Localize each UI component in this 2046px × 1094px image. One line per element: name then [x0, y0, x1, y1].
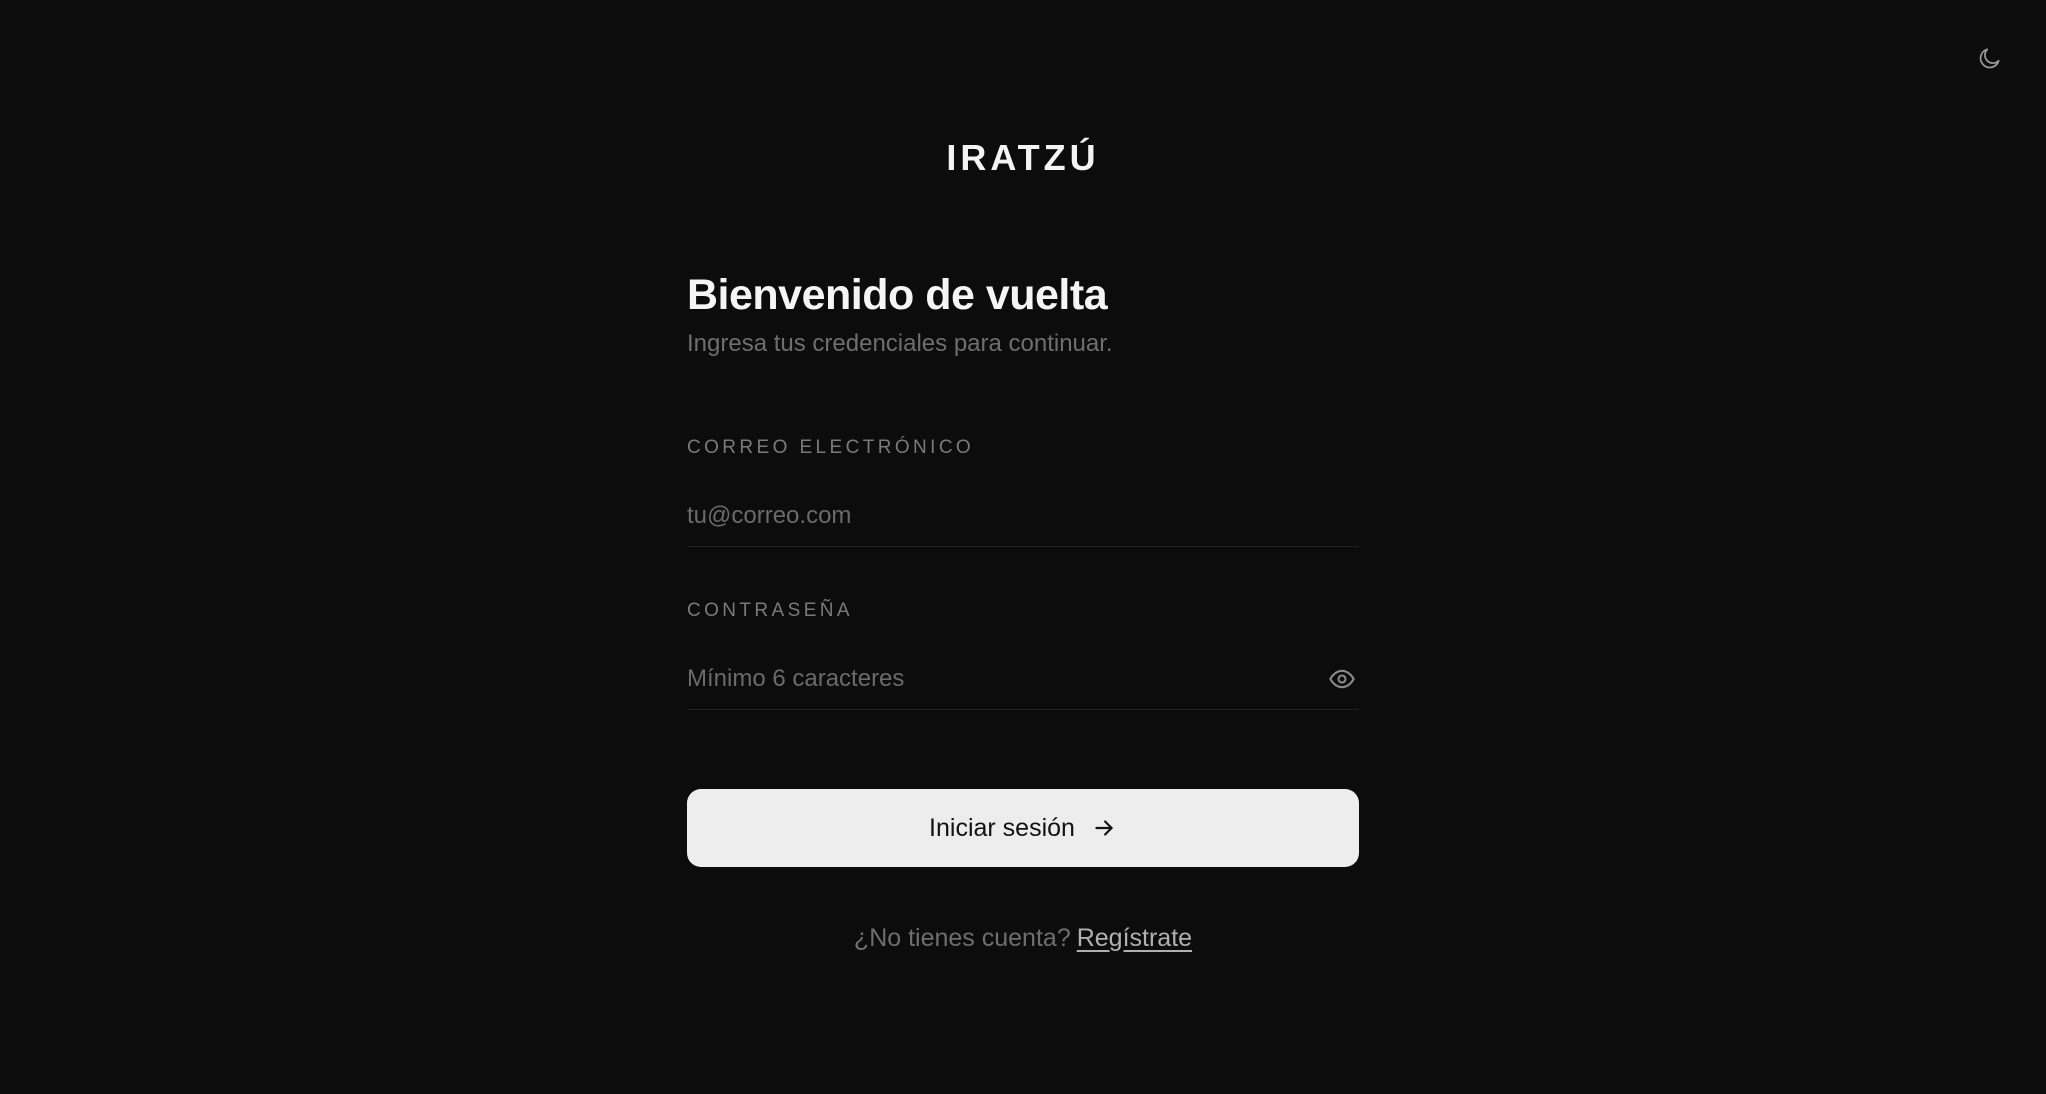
- login-submit-button[interactable]: Iniciar sesión: [687, 789, 1359, 867]
- page-subtitle: Ingresa tus credenciales para continuar.: [687, 330, 1113, 357]
- email-field-row: [687, 486, 1359, 547]
- signup-prompt-text: ¿No tienes cuenta?: [853, 924, 1071, 952]
- password-visibility-toggle[interactable]: [1325, 662, 1359, 696]
- email-field[interactable]: [687, 496, 1359, 536]
- login-submit-label: Iniciar sesión: [929, 813, 1075, 842]
- login-form: Bienvenido de vuelta Ingresa tus credenc…: [687, 266, 1359, 952]
- signup-link[interactable]: Regístrate: [1077, 924, 1192, 952]
- password-label: CONTRASEÑA: [687, 600, 853, 621]
- password-field-row: [687, 649, 1359, 710]
- arrow-right-icon: [1095, 820, 1113, 836]
- password-field[interactable]: [687, 659, 1325, 699]
- moon-icon: [1979, 48, 2000, 69]
- eye-icon: [1329, 669, 1355, 689]
- theme-toggle-button[interactable]: [1970, 38, 2010, 78]
- signup-prompt: ¿No tienes cuenta? Regístrate: [687, 922, 1359, 954]
- email-label: CORREO ELECTRÓNICO: [687, 437, 975, 458]
- login-page: IRATZÚ Bienvenido de vuelta Ingresa tus …: [0, 0, 2046, 1094]
- brand-logo: IRATZÚ: [946, 137, 1100, 178]
- page-title: Bienvenido de vuelta: [687, 271, 1108, 319]
